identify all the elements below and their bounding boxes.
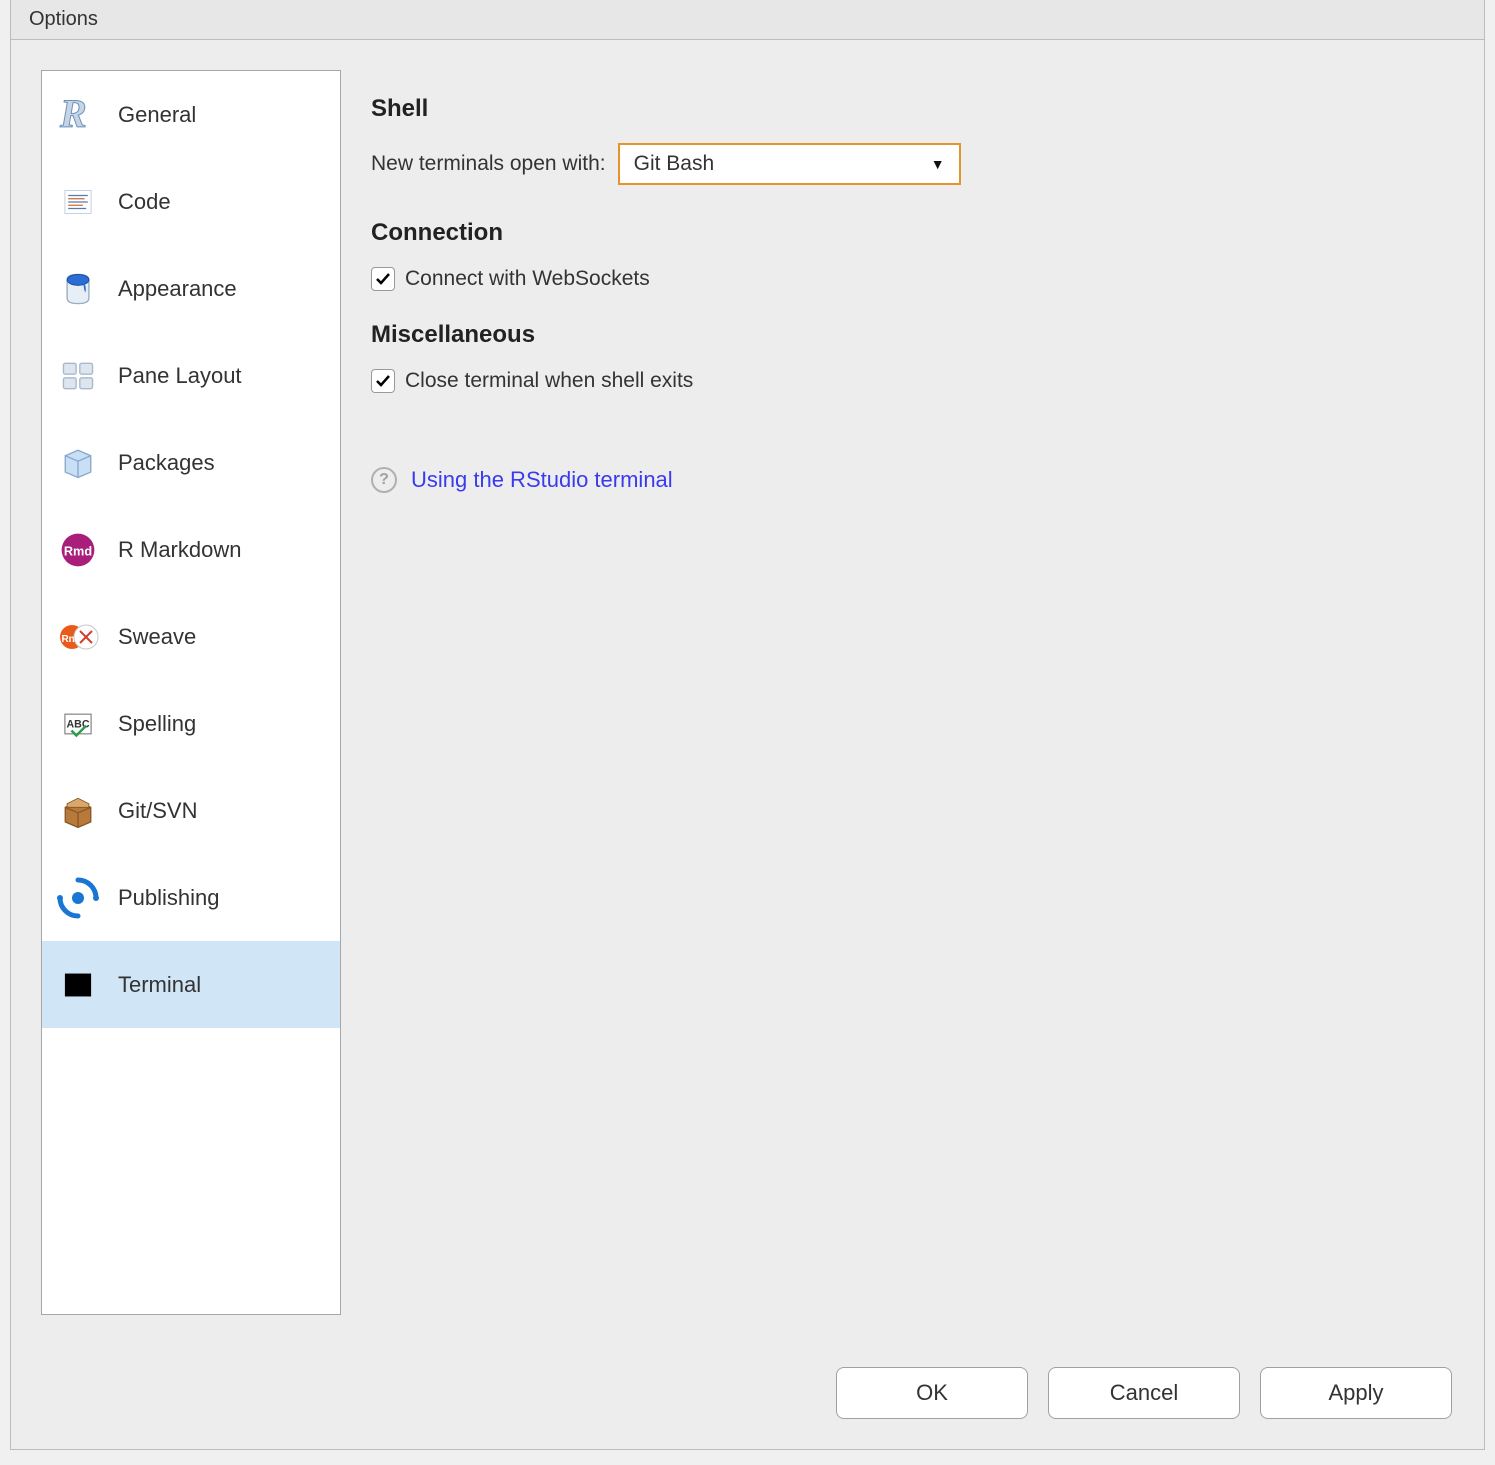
close-terminal-checkbox[interactable]: [371, 369, 395, 393]
box-icon: [56, 441, 100, 485]
spelling-icon: ABC: [56, 702, 100, 746]
connect-websockets-checkbox[interactable]: [371, 267, 395, 291]
sidebar-item-label: Sweave: [118, 624, 196, 650]
close-terminal-row: Close terminal when shell exits: [371, 369, 1454, 393]
sidebar-item-label: Publishing: [118, 885, 220, 911]
sidebar-item-label: Code: [118, 189, 171, 215]
sidebar-item-rmarkdown[interactable]: Rmd R Markdown: [42, 506, 340, 593]
chevron-down-icon: ▼: [931, 156, 945, 172]
new-terminals-row: New terminals open with: Git Bash ▼: [371, 143, 1454, 185]
sidebar-item-gitsvn[interactable]: Git/SVN: [42, 767, 340, 854]
misc-heading: Miscellaneous: [371, 321, 1454, 349]
apply-button[interactable]: Apply: [1260, 1367, 1452, 1419]
new-terminals-select[interactable]: Git Bash ▼: [618, 143, 961, 185]
sidebar-item-publishing[interactable]: Publishing: [42, 854, 340, 941]
connect-websockets-row: Connect with WebSockets: [371, 267, 1454, 291]
new-terminals-label: New terminals open with:: [371, 152, 606, 176]
ok-button[interactable]: OK: [836, 1367, 1028, 1419]
paint-bucket-icon: [56, 267, 100, 311]
sidebar-item-sweave[interactable]: Rnw Sweave: [42, 593, 340, 680]
dialog-button-bar: OK Cancel Apply: [836, 1367, 1452, 1419]
sidebar-item-label: R Markdown: [118, 537, 241, 563]
close-terminal-label: Close terminal when shell exits: [405, 369, 693, 393]
code-icon: [56, 180, 100, 224]
sidebar-item-appearance[interactable]: Appearance: [42, 245, 340, 332]
sweave-icon: Rnw: [56, 615, 100, 659]
sidebar-item-general[interactable]: R General: [42, 71, 340, 158]
rmd-icon: Rmd: [56, 528, 100, 572]
connect-websockets-label: Connect with WebSockets: [405, 267, 650, 291]
options-dialog: Options R General: [10, 0, 1485, 1450]
sidebar-item-pane-layout[interactable]: Pane Layout: [42, 332, 340, 419]
sidebar-item-label: Packages: [118, 450, 215, 476]
sidebar-item-label: Git/SVN: [118, 798, 197, 824]
terminal-icon: [56, 963, 100, 1007]
cancel-button[interactable]: Cancel: [1048, 1367, 1240, 1419]
terminal-settings-panel: Shell New terminals open with: Git Bash …: [341, 70, 1484, 1449]
sidebar-item-label: Spelling: [118, 711, 196, 737]
new-terminals-value: Git Bash: [634, 152, 715, 176]
publish-icon: [56, 876, 100, 920]
sidebar-item-label: Pane Layout: [118, 363, 242, 389]
sidebar-item-spelling[interactable]: ABC Spelling: [42, 680, 340, 767]
svg-text:R: R: [59, 93, 87, 136]
shell-heading: Shell: [371, 95, 1454, 123]
dialog-title: Options: [11, 0, 1484, 40]
connection-heading: Connection: [371, 219, 1454, 247]
sidebar-item-terminal[interactable]: Terminal: [42, 941, 340, 1028]
sidebar-item-label: Terminal: [118, 972, 201, 998]
git-box-icon: [56, 789, 100, 833]
sidebar-item-packages[interactable]: Packages: [42, 419, 340, 506]
dialog-body: R General Code: [11, 40, 1484, 1449]
sidebar-item-label: General: [118, 102, 196, 128]
sidebar-item-label: Appearance: [118, 276, 237, 302]
panes-icon: [56, 354, 100, 398]
svg-text:ABC: ABC: [66, 718, 89, 730]
svg-text:Rmd: Rmd: [64, 543, 92, 558]
r-icon: R: [56, 93, 100, 137]
sidebar-item-code[interactable]: Code: [42, 158, 340, 245]
options-sidebar: R General Code: [41, 70, 341, 1315]
using-terminal-link[interactable]: Using the RStudio terminal: [411, 467, 673, 493]
help-icon: ?: [371, 467, 397, 493]
help-link-row: ? Using the RStudio terminal: [371, 467, 1454, 493]
